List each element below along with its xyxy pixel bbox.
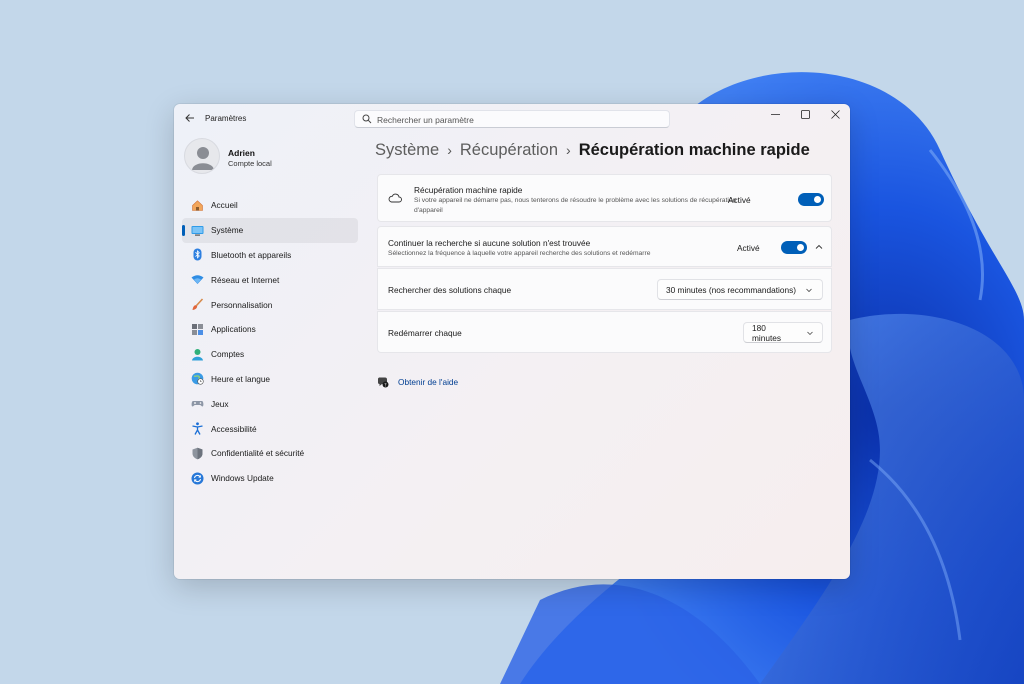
sidebar-item-label: Heure et langue [211, 373, 271, 384]
chevron-down-icon [806, 288, 812, 292]
restart-interval-label: Redémarrer chaque [388, 328, 462, 338]
sidebar-item-label: Jeux [211, 398, 229, 409]
profile-name: Adrien [228, 148, 255, 158]
breadcrumb: Système › Récupération › Récupération machin… [375, 141, 810, 160]
continue-search-state: Activé [737, 243, 760, 253]
account-icon [190, 347, 204, 361]
sidebar-item-label: Comptes [211, 349, 245, 360]
continue-search-title: Continuer la recherche si aucune solutio… [388, 238, 591, 248]
bluetooth-icon [190, 248, 204, 262]
sidebar-item-label: Réseau et Internet [211, 274, 280, 285]
quick-machine-recovery-description: Si votre appareil ne démarre pas, nous t… [414, 197, 737, 214]
sidebar-item-accueil[interactable]: Accueil [182, 193, 358, 218]
sidebar-item-windows-update[interactable]: Windows Update [182, 466, 358, 491]
back-button[interactable] [182, 112, 198, 126]
settings-window: Paramètres Adrien Compte local [174, 104, 850, 579]
search-interval-label: Rechercher des solutions chaque [388, 285, 512, 295]
quick-machine-recovery-title: Récupération machine rapide [414, 185, 523, 195]
continue-search-toggle[interactable] [781, 241, 807, 254]
globe-icon [190, 372, 204, 386]
sidebar-item-confidentialite[interactable]: Confidentialité et sécurité [182, 441, 358, 466]
title-bar: Paramètres [174, 104, 850, 134]
minimize-button[interactable] [760, 104, 790, 124]
profile-account-type: Compte local [228, 159, 272, 168]
update-icon [190, 471, 204, 485]
app-title: Paramètres [205, 114, 247, 123]
search-icon [362, 114, 372, 124]
shield-icon [190, 446, 204, 460]
get-help-link[interactable]: ? Obtenir de l'aide [377, 376, 458, 388]
sidebar-item-label: Confidentialité et sécurité [211, 448, 305, 459]
sidebar-item-label: Accessibilité [211, 423, 257, 434]
chevron-up-icon[interactable] [814, 242, 824, 252]
close-icon [830, 109, 840, 119]
sidebar-item-label: Bluetooth et appareils [211, 249, 292, 260]
sidebar-item-applications[interactable]: Applications [182, 317, 358, 342]
sidebar-item-label: Système [211, 225, 244, 236]
sidebar-item-label: Accueil [211, 200, 238, 211]
restart-interval-row: Redémarrer chaque 180 minutes [377, 311, 832, 353]
breadcrumb-separator: › [447, 142, 452, 158]
back-arrow-icon [185, 114, 194, 122]
sidebar-item-label: Applications [211, 324, 256, 335]
close-button[interactable] [820, 104, 850, 124]
breadcrumb-item-recuperation[interactable]: Récupération [460, 141, 558, 159]
sidebar-item-systeme[interactable]: Système [182, 217, 358, 243]
sidebar-item-reseau[interactable]: Réseau et Internet [182, 267, 358, 292]
sidebar-item-label: Personnalisation [211, 299, 273, 310]
window-controls [760, 104, 850, 124]
restart-interval-value: 180 minutes [752, 322, 782, 343]
maximize-button[interactable] [790, 104, 820, 124]
home-icon [190, 198, 204, 212]
search-interval-value: 30 minutes (nos recommandations) [666, 284, 797, 295]
cloud-icon [388, 193, 402, 203]
sidebar-item-personnalisation[interactable]: Personnalisation [182, 292, 358, 317]
chevron-down-icon [807, 331, 813, 335]
sidebar-item-comptes[interactable]: Comptes [182, 342, 358, 367]
get-help-label: Obtenir de l'aide [398, 377, 459, 387]
continue-search-description: Sélectionnez la fréquence à laquelle vot… [388, 250, 651, 257]
search-input[interactable] [377, 113, 657, 126]
maximize-icon [800, 109, 810, 119]
search-interval-dropdown[interactable]: 30 minutes (nos recommandations) [657, 279, 823, 300]
user-profile[interactable]: Adrien Compte local [184, 138, 364, 178]
system-icon [190, 223, 204, 237]
help-icon: ? [378, 377, 389, 388]
search-box[interactable] [354, 110, 670, 128]
sidebar-item-heure-langue[interactable]: Heure et langue [182, 367, 358, 392]
quick-machine-recovery-state: Activé [728, 195, 751, 205]
search-interval-row: Rechercher des solutions chaque 30 minut… [377, 268, 832, 310]
wifi-icon [190, 273, 204, 287]
apps-icon [190, 322, 204, 336]
continue-search-card[interactable]: Continuer la recherche si aucune solutio… [377, 226, 832, 267]
breadcrumb-separator: › [566, 142, 571, 158]
quick-machine-recovery-card: Récupération machine rapide Si votre app… [377, 174, 832, 222]
accessibility-icon [190, 422, 204, 436]
minimize-icon [770, 113, 780, 115]
gamepad-icon [190, 397, 204, 411]
breadcrumb-item-systeme[interactable]: Système [375, 141, 439, 159]
user-avatar-icon [192, 147, 214, 170]
page-title: Récupération machine rapide [578, 141, 810, 159]
avatar [184, 138, 220, 174]
sidebar-nav: Accueil Système Bluetooth et appareils R… [182, 193, 358, 491]
sidebar-item-jeux[interactable]: Jeux [182, 391, 358, 416]
sidebar-item-accessibilite[interactable]: Accessibilité [182, 416, 358, 441]
restart-interval-dropdown[interactable]: 180 minutes [743, 322, 823, 343]
brush-icon [190, 298, 204, 312]
quick-machine-recovery-toggle[interactable] [798, 193, 824, 206]
sidebar-item-bluetooth[interactable]: Bluetooth et appareils [182, 243, 358, 268]
sidebar-item-label: Windows Update [211, 473, 274, 484]
